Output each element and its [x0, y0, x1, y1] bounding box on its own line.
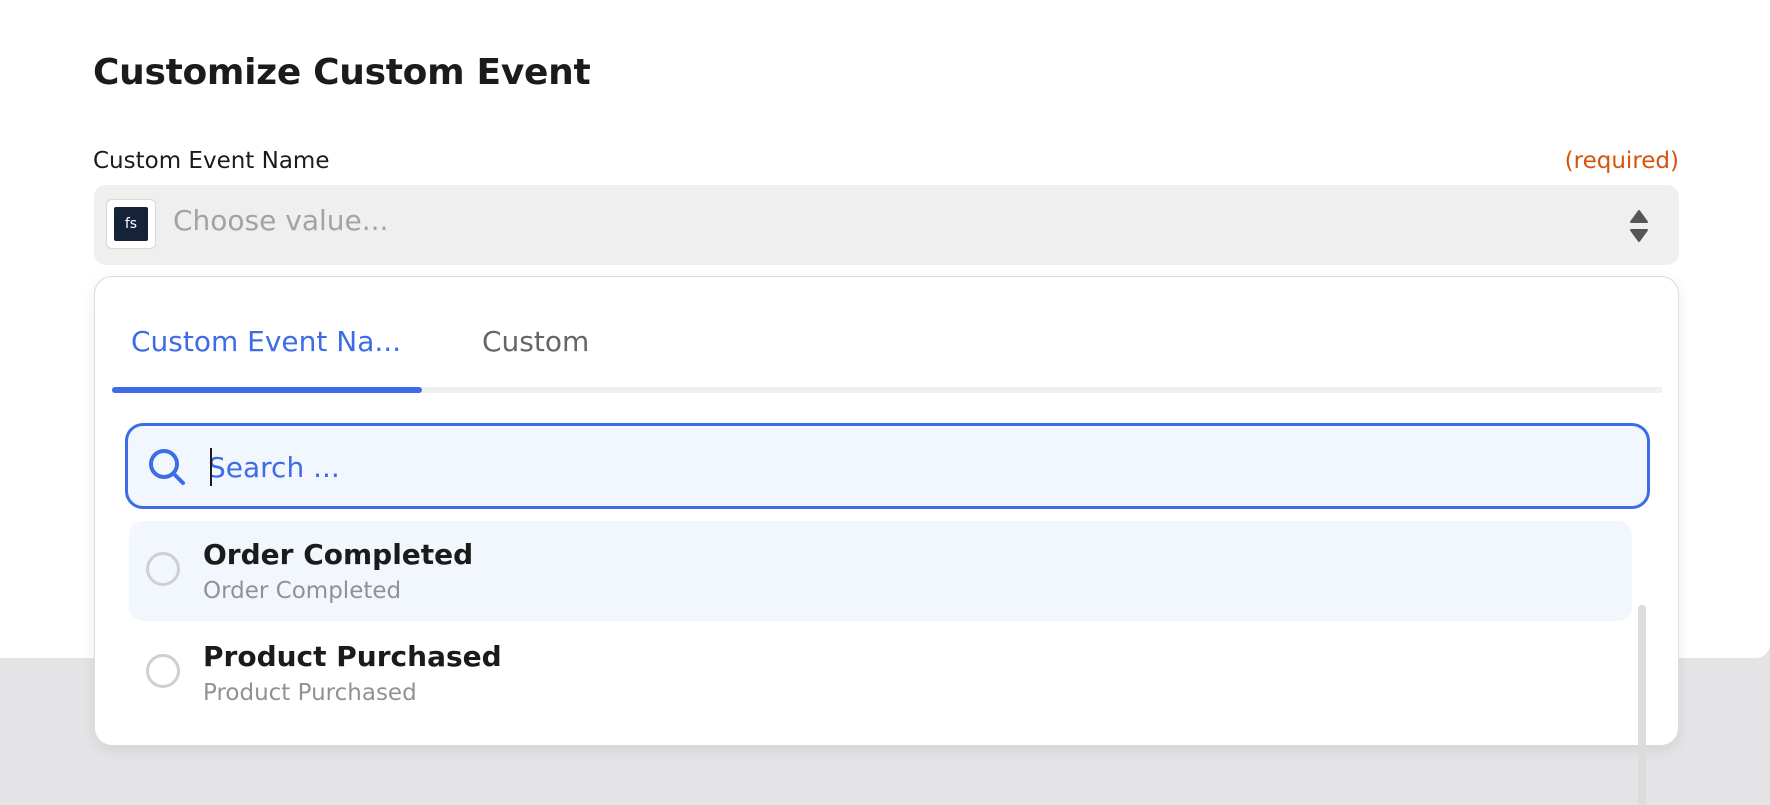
radio-icon[interactable] [146, 654, 180, 688]
search-box[interactable] [125, 423, 1650, 509]
option-sublabel: Order Completed [203, 578, 402, 604]
field-label: Custom Event Name [93, 148, 330, 174]
option-order-completed[interactable]: Order Completed Order Completed [129, 521, 1632, 621]
sort-arrows-icon [1630, 210, 1648, 242]
page-title: Customize Custom Event [93, 52, 591, 93]
radio-icon[interactable] [146, 552, 180, 586]
tab-custom[interactable]: Custom [482, 325, 589, 358]
option-product-purchased[interactable]: Product Purchased Product Purchased [129, 623, 1632, 723]
app-logo-text: fs [114, 207, 148, 241]
text-caret [210, 448, 212, 486]
search-icon [149, 449, 185, 485]
options-scrollbar[interactable] [1638, 605, 1646, 805]
option-label: Product Purchased [203, 640, 502, 673]
custom-event-name-select[interactable]: fs Choose value... [94, 185, 1679, 265]
search-input[interactable] [206, 440, 1610, 494]
option-sublabel: Product Purchased [203, 680, 417, 706]
select-placeholder: Choose value... [173, 204, 389, 237]
tab-custom-event-name[interactable]: Custom Event Na... [131, 325, 401, 358]
active-tab-indicator [112, 387, 422, 393]
app-logo-icon: fs [106, 199, 156, 249]
required-indicator: (required) [1564, 148, 1679, 174]
value-dropdown: Custom Event Na... Custom Order Complete… [94, 276, 1679, 805]
option-label: Order Completed [203, 538, 474, 571]
